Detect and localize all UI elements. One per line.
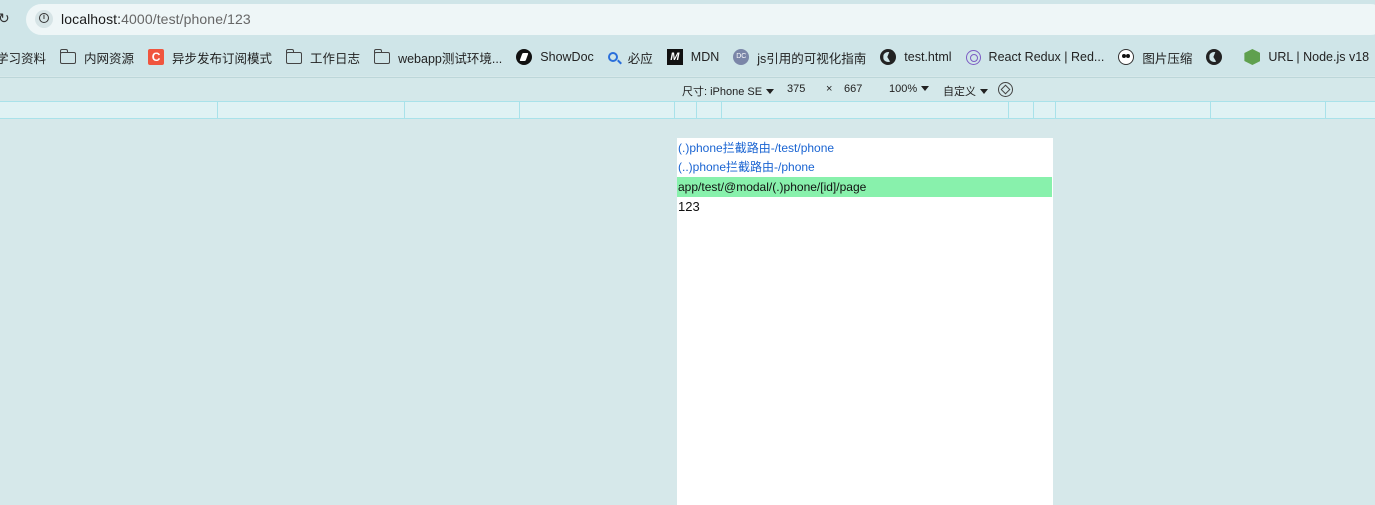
- bookmark-webapp-test[interactable]: webapp测试环境...: [374, 43, 502, 71]
- folder-icon: [60, 49, 77, 64]
- zoom-select[interactable]: 100%: [889, 83, 930, 95]
- omnibox[interactable]: i localhost:4000/test/phone/123: [26, 4, 1375, 35]
- mdn-icon: M: [666, 49, 683, 65]
- ruler-tick: [404, 102, 405, 119]
- ruler-tick: [1325, 102, 1326, 119]
- intercept-route-link-test-phone[interactable]: (.)phone拦截路由-/test/phone: [677, 138, 1053, 158]
- throttle-label: 自定义: [943, 86, 976, 98]
- url-text[interactable]: localhost:4000/test/phone/123: [61, 11, 251, 27]
- bookmark-pubsub[interactable]: C 异步发布订阅模式: [148, 43, 272, 71]
- bookmarks-bar: 学习资料 内网资源 C 异步发布订阅模式 工作日志 webapp测试环境... S…: [0, 38, 1375, 76]
- bookmark-label: 图片压缩: [1142, 51, 1193, 66]
- chevron-down-icon: [980, 89, 988, 94]
- reload-icon[interactable]: ↻: [0, 10, 10, 27]
- site-info-icon[interactable]: i: [35, 10, 53, 28]
- folder-icon: [286, 49, 303, 64]
- throttle-select[interactable]: 自定义: [943, 83, 988, 99]
- bookmark-node-url[interactable]: URL | Node.js v18: [1244, 43, 1369, 71]
- folder-icon: [374, 49, 391, 64]
- chevron-down-icon: [921, 86, 930, 91]
- address-bar-row: ↻ i localhost:4000/test/phone/123: [0, 0, 1375, 38]
- bookmark-js-visual[interactable]: DC js引用的可视化指南: [733, 43, 866, 71]
- bookmark-globe[interactable]: [1206, 43, 1230, 71]
- phone-id-value: 123: [678, 199, 700, 214]
- bookmark-label: 异步发布订阅模式: [172, 51, 273, 66]
- bookmark-label: webapp测试环境...: [398, 51, 503, 66]
- bookmark-label: MDN: [690, 50, 720, 64]
- chevron-down-icon: [766, 89, 775, 94]
- ruler-tick: [1033, 102, 1034, 119]
- bookmark-mdn[interactable]: M MDN: [666, 43, 720, 71]
- panda-icon: [1118, 49, 1135, 65]
- globe-icon: [880, 49, 897, 65]
- bookmark-showdoc[interactable]: ShowDoc: [516, 43, 594, 71]
- bookmark-bing[interactable]: 必应: [607, 43, 653, 71]
- redux-icon: [965, 49, 981, 65]
- bookmark-label: 学习资料: [0, 51, 47, 66]
- media-query-ruler[interactable]: [0, 101, 1375, 119]
- dimension-separator: ×: [826, 83, 833, 95]
- modal-page-path: app/test/@modal/(.)phone/[id]/page: [677, 177, 1052, 197]
- url-path: 4000/test/phone/123: [121, 11, 251, 27]
- csdn-icon: C: [148, 49, 165, 65]
- bookmark-label: 工作日志: [310, 51, 361, 66]
- device-width-input[interactable]: 375: [787, 83, 805, 95]
- rotate-icon[interactable]: [998, 82, 1013, 97]
- bookmark-react-redux[interactable]: React Redux | Red...: [965, 43, 1105, 71]
- ruler-tick: [1008, 102, 1009, 119]
- nodejs-icon: [1244, 49, 1261, 65]
- ruler-tick: [1055, 102, 1056, 119]
- url-host: localhost:: [61, 11, 122, 27]
- bookmark-label: React Redux | Red...: [988, 50, 1105, 64]
- bookmark-label: js引用的可视化指南: [757, 51, 867, 66]
- intercept-route-link-phone[interactable]: (..)phone拦截路由-/phone: [677, 157, 1053, 177]
- ruler-tick: [519, 102, 520, 119]
- ruler-tick: [217, 102, 218, 119]
- ruler-tick: [674, 102, 675, 119]
- bookmark-label: URL | Node.js v18: [1268, 50, 1370, 64]
- ruler-tick: [721, 102, 722, 119]
- zoom-label: 100%: [889, 83, 918, 95]
- ruler-tick: [1210, 102, 1211, 119]
- globe-icon: [1206, 49, 1223, 65]
- device-height-input[interactable]: 667: [844, 83, 862, 95]
- bing-search-icon: [607, 52, 618, 62]
- bookmark-image-compress[interactable]: 图片压缩: [1118, 43, 1192, 71]
- dc-icon: DC: [733, 49, 750, 65]
- bookmark-intranet[interactable]: 内网资源: [60, 43, 134, 71]
- showdoc-icon: [516, 49, 533, 65]
- bookmark-study[interactable]: 学习资料: [0, 43, 46, 71]
- bookmark-label: ShowDoc: [540, 50, 594, 64]
- device-label: 尺寸: iPhone SE: [682, 86, 763, 98]
- device-toolbar: 尺寸: iPhone SE 375 × 667 100% 自定义: [0, 77, 1375, 101]
- bookmark-label: 必应: [627, 51, 653, 66]
- bookmark-label: test.html: [904, 50, 952, 64]
- bookmark-label: 内网资源: [84, 51, 135, 66]
- ruler-tick: [696, 102, 697, 119]
- device-viewport: (.)phone拦截路由-/test/phone (..)phone拦截路由-/…: [677, 138, 1053, 505]
- bookmark-worklog[interactable]: 工作日志: [286, 43, 360, 71]
- device-select[interactable]: 尺寸: iPhone SE: [682, 83, 775, 99]
- bookmark-test-html[interactable]: test.html: [880, 43, 952, 71]
